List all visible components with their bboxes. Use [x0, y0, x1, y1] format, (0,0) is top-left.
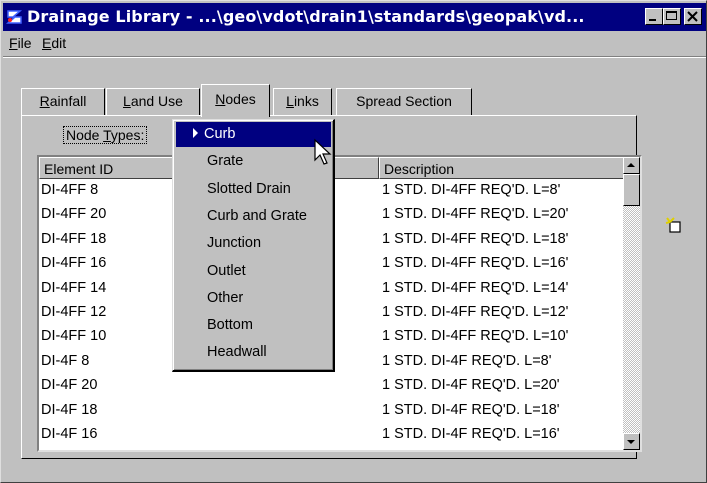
dropdown-option[interactable]: Slotted Drain [176, 177, 331, 202]
title-bar[interactable]: Drainage Library - ...\geo\vdot\drain1\s… [3, 3, 706, 31]
element-id-cell: DI-4FF 20 [41, 206, 107, 223]
window-title: Drainage Library - ...\geo\vdot\drain1\s… [27, 7, 585, 26]
dropdown-option-label: Slotted Drain [207, 180, 291, 197]
description-cell: 1 STD. DI-4FF REQ'D. L=8' [382, 182, 561, 198]
dropdown-option[interactable]: Headwall [176, 340, 331, 365]
close-button[interactable] [684, 8, 702, 25]
node-types-button[interactable]: Node Types: [59, 123, 161, 149]
table-row[interactable]: DI-4F 20 1 STD. DI-4F REQ'D. L=20' [39, 374, 625, 398]
description-cell: 1 STD. DI-4FF REQ'D. L=20' [382, 206, 569, 223]
tab-nodes[interactable]: Nodes [201, 84, 270, 117]
dropdown-option[interactable]: Curb and Grate [176, 204, 331, 229]
maximize-button[interactable] [663, 8, 681, 25]
submenu-arrow-icon [193, 128, 198, 139]
element-id-cell: DI-4F 20 [41, 377, 98, 394]
drainage-library-window: Drainage Library - ...\geo\vdot\drain1\s… [0, 0, 707, 483]
element-id-cell: DI-4FF 12 [41, 303, 107, 320]
menu-separator [3, 56, 706, 58]
element-id-cell: DI-4FF 14 [41, 279, 107, 296]
element-id-cell: DI-4F 8 [41, 352, 90, 369]
mouse-cursor-icon [314, 138, 332, 165]
column-header-description[interactable]: Description [379, 157, 625, 179]
dropdown-option-label: Junction [207, 235, 262, 252]
dropdown-option[interactable]: Outlet [176, 259, 331, 284]
dropdown-option[interactable]: Bottom [176, 313, 331, 338]
description-cell: 1 STD. DI-4FF REQ'D. L=18' [382, 230, 569, 247]
vertical-scrollbar[interactable] [623, 157, 640, 450]
arrow-up-icon [627, 163, 635, 167]
close-icon [687, 11, 698, 22]
description-cell: 1 STD. DI-4F REQ'D. L=8' [382, 352, 552, 369]
tab-rainfall[interactable]: Rainfall [21, 88, 105, 115]
dropdown-option[interactable]: Junction [176, 231, 331, 256]
element-id-cell: DI-4FF 10 [41, 328, 107, 345]
dropdown-option-label: Other [207, 289, 244, 306]
dropdown-option-label: Curb [204, 126, 236, 142]
description-cell: 1 STD. DI-4FF REQ'D. L=14' [382, 279, 569, 296]
maximize-icon [666, 11, 677, 20]
element-id-cell: DI-4FF 18 [41, 230, 107, 247]
element-id-cell: DI-4FF 8 [41, 182, 99, 198]
minimize-icon [649, 19, 656, 21]
new-item-icon[interactable] [665, 215, 685, 235]
menu-file[interactable]: File [9, 35, 32, 51]
geopak-app-icon [5, 10, 23, 24]
dropdown-option[interactable]: Grate [176, 149, 331, 174]
tab-spread-section[interactable]: Spread Section [336, 88, 472, 115]
description-cell: 1 STD. DI-4F REQ'D. L=18' [382, 401, 560, 418]
description-cell: 1 STD. DI-4FF REQ'D. L=12' [382, 303, 569, 320]
description-cell: 1 STD. DI-4F REQ'D. L=20' [382, 377, 560, 394]
scroll-down-button[interactable] [623, 433, 640, 450]
description-cell: 1 STD. DI-4F REQ'D. L=16' [382, 425, 560, 442]
description-cell: 1 STD. DI-4FF REQ'D. L=16' [382, 255, 569, 272]
element-id-cell: DI-4F 18 [41, 401, 98, 418]
arrow-down-icon [627, 440, 635, 444]
tab-land-use[interactable]: Land Use [106, 88, 200, 115]
table-row[interactable]: DI-4F 16 1 STD. DI-4F REQ'D. L=16' [39, 423, 625, 447]
menu-bar: File Edit [3, 32, 706, 54]
element-id-cell: DI-4FF 16 [41, 255, 107, 272]
dropdown-option-label: Curb and Grate [207, 207, 307, 224]
dropdown-option-label: Outlet [207, 262, 246, 279]
minimize-button[interactable] [645, 8, 663, 25]
scroll-thumb[interactable] [623, 174, 640, 206]
table-row[interactable]: DI-4F 18 1 STD. DI-4F REQ'D. L=18' [39, 399, 625, 423]
tab-links[interactable]: Links [273, 88, 332, 115]
dropdown-option-label: Headwall [207, 344, 267, 361]
dropdown-option[interactable]: Other [176, 286, 331, 311]
scroll-up-button[interactable] [623, 157, 640, 174]
menu-edit[interactable]: Edit [42, 35, 66, 51]
dropdown-option-label: Grate [207, 153, 244, 170]
dropdown-option-label: Bottom [207, 317, 253, 334]
description-cell: 1 STD. DI-4FF REQ'D. L=10' [382, 328, 569, 345]
dropdown-option[interactable]: Curb [176, 122, 331, 147]
node-types-dropdown[interactable]: Curb Grate Slotted Drain Curb and Grate Junc… [172, 119, 335, 372]
element-list[interactable]: Element ID Description DI-4FF 81 STD. DI… [37, 155, 642, 452]
element-id-cell: DI-4F 16 [41, 425, 98, 442]
